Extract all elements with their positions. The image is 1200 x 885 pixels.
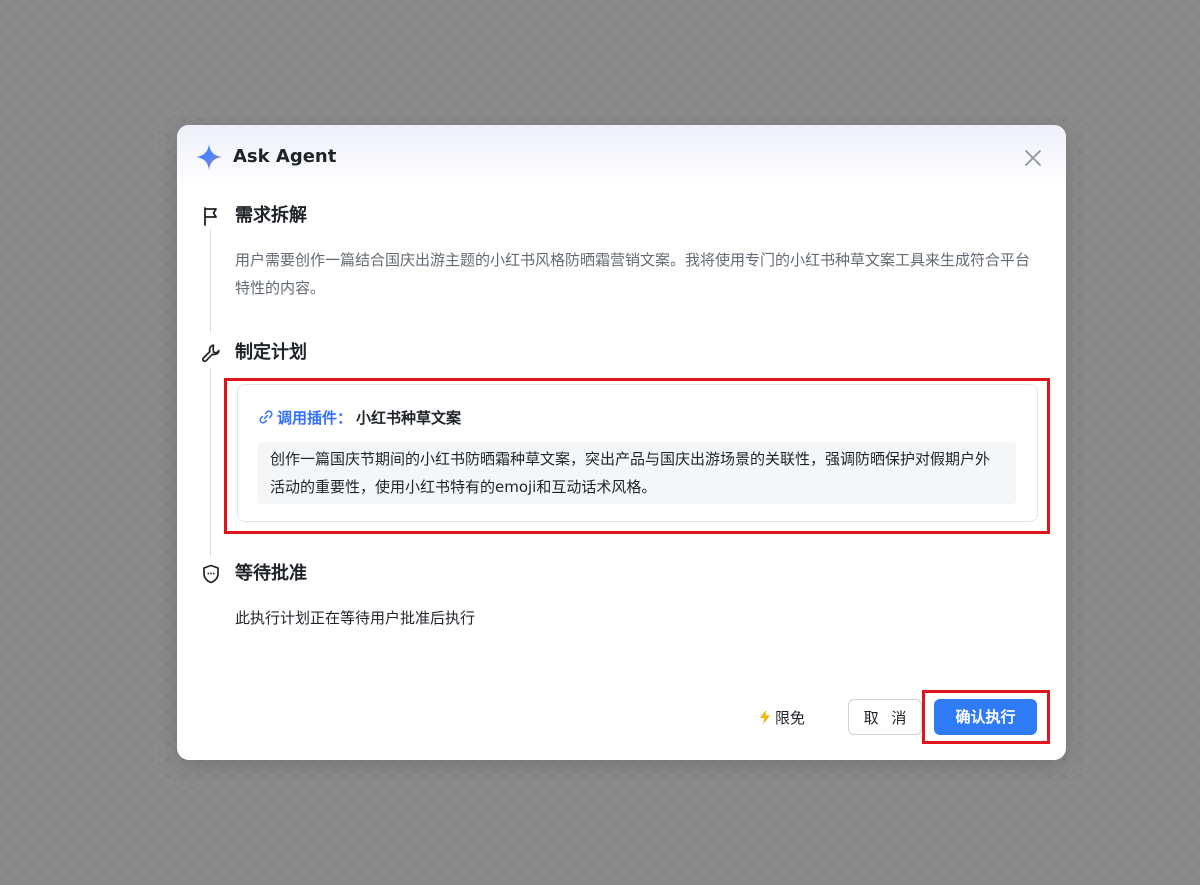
- plugin-label: 调用插件：: [277, 409, 353, 427]
- shield-icon: [203, 564, 219, 584]
- plugin-header: 调用插件： 小红书种草文案: [258, 407, 461, 429]
- timeline-connector: [210, 229, 211, 333]
- step-description-analysis: 用户需要创作一篇结合国庆出游主题的小红书风格防晒霜营销文案。我将使用专门的小红书…: [235, 251, 1031, 297]
- lightning-icon: [760, 709, 770, 725]
- cancel-button[interactable]: 取 消: [848, 699, 922, 735]
- plugin-card: 调用插件： 小红书种草文案 创作一篇国庆节期间的小红书防晒霜种草文案，突出产品与国…: [237, 384, 1038, 522]
- sparkle-star-icon: [196, 144, 222, 170]
- plugin-description: 创作一篇国庆节期间的小红书防晒霜种草文案，突出产品与国庆出游场景的关联性，强调防…: [258, 442, 1016, 504]
- free-label: 限免: [775, 709, 806, 727]
- step-title-plan: 制定计划: [235, 342, 307, 363]
- dialog-header: Ask Agent: [177, 125, 1066, 187]
- dialog-title: Ask Agent: [233, 146, 337, 167]
- plugin-name: 小红书种草文案: [356, 409, 462, 427]
- link-icon: [259, 410, 273, 424]
- step-title-approval: 等待批准: [235, 563, 307, 584]
- timeline-connector: [210, 367, 211, 557]
- confirm-execute-button[interactable]: 确认执行: [934, 699, 1037, 735]
- free-badge: 限免: [758, 707, 805, 729]
- wrench-icon: [202, 344, 220, 363]
- flag-icon: [204, 207, 217, 226]
- close-icon[interactable]: [1022, 147, 1044, 169]
- step-title-analysis: 需求拆解: [235, 205, 307, 226]
- step-description-approval: 此执行计划正在等待用户批准后执行: [235, 609, 476, 627]
- ask-agent-dialog: Ask Agent 需求拆解 用户需要创作一篇结合国庆出游主题的小红书风格防晒霜…: [177, 125, 1066, 760]
